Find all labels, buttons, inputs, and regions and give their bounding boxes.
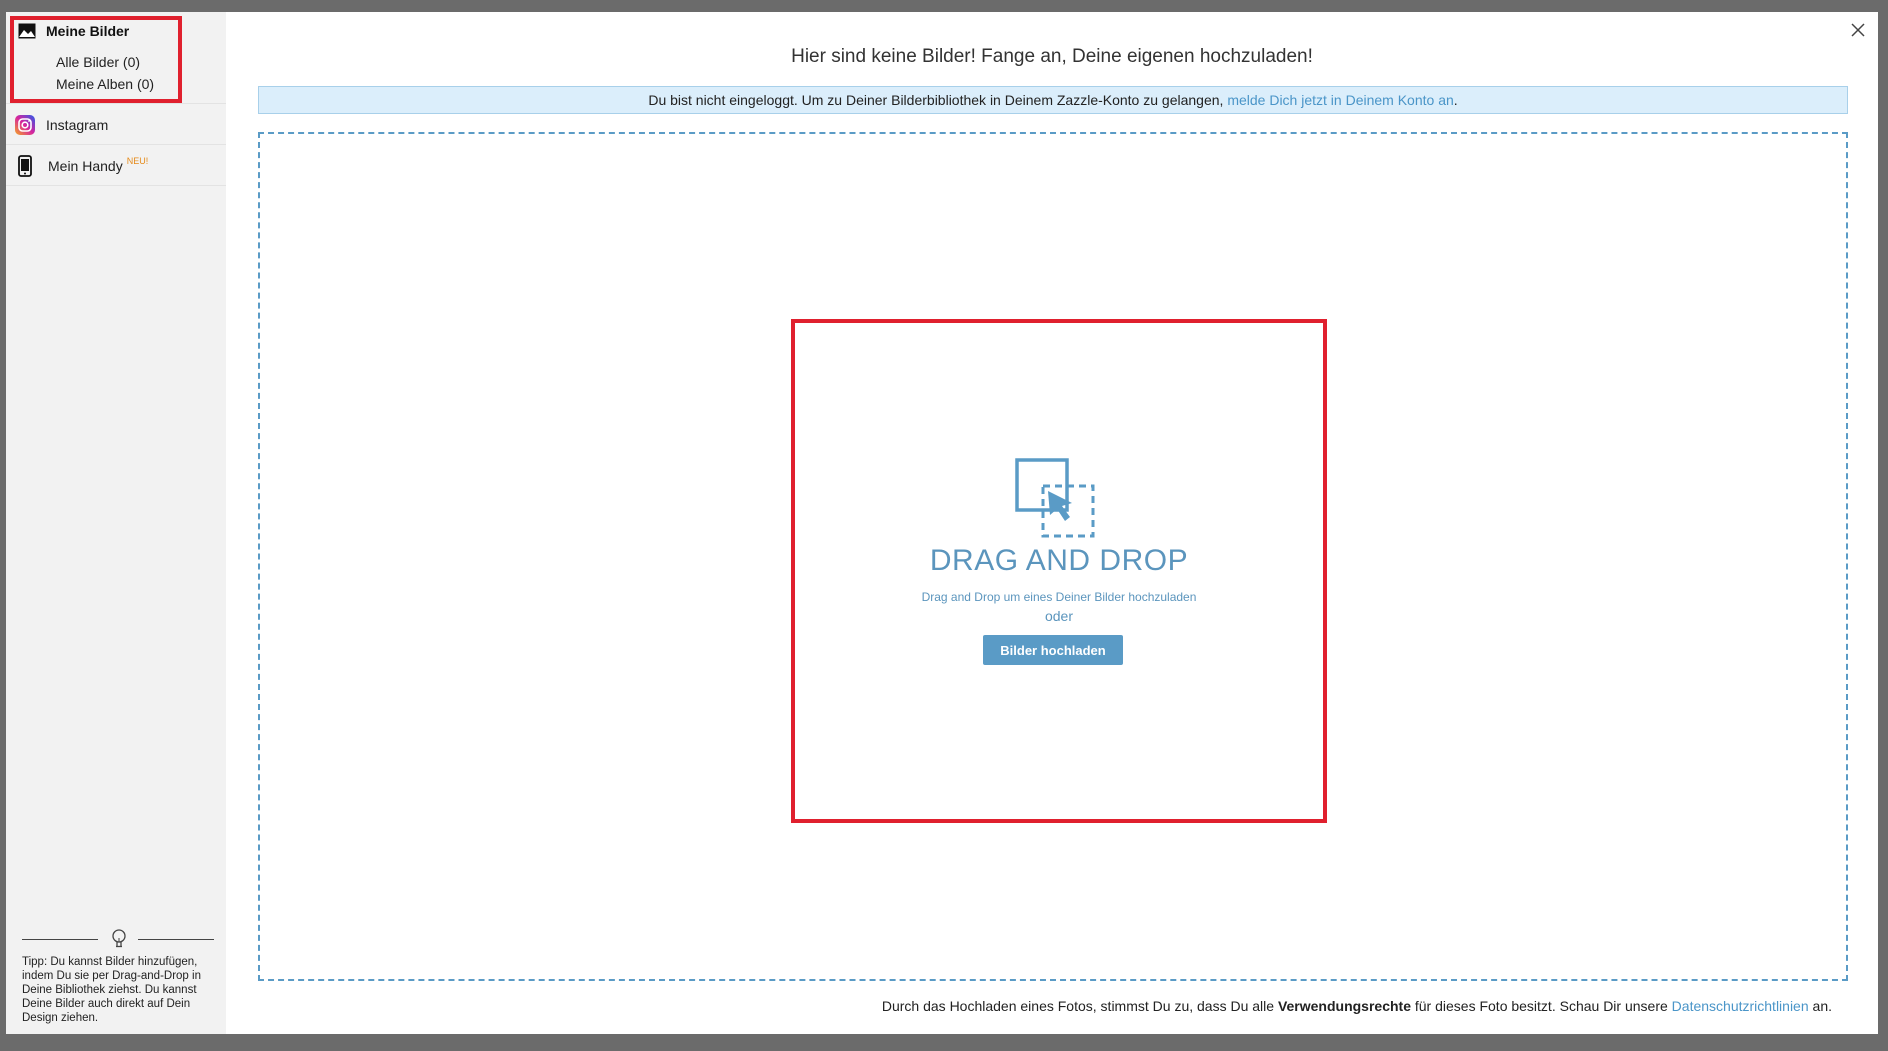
footer-text: an. [1808, 998, 1832, 1014]
sidebar-item-my-phone[interactable]: Mein Handy NEU! [6, 145, 226, 186]
tip-text: Tipp: Du kannst Bilder hinzufügen, indem… [22, 956, 201, 1024]
sidebar-item-row: Mein Handy NEU! [18, 155, 148, 177]
footer-text: für dieses Foto besitzt. Schau Dir unser… [1410, 998, 1672, 1014]
sidebar-item-instagram[interactable]: Instagram [6, 104, 226, 145]
close-icon[interactable] [1848, 20, 1868, 40]
sidebar-item-label: Mein Handy NEU! [42, 156, 149, 174]
sidebar-item-label-text: Mein Handy [48, 158, 123, 174]
info-text: Du bist nicht eingeloggt. Um zu Deiner B… [648, 92, 1228, 108]
login-info-banner: Du bist nicht eingeloggt. Um zu Deiner B… [258, 86, 1848, 114]
sidebar: Meine Bilder Alle Bilder (0) Meine Alben… [6, 12, 226, 1034]
instagram-icon [15, 115, 35, 135]
footer-bold: Verwendungsrechte [1277, 998, 1411, 1014]
sidebar-item-row: Instagram [14, 114, 108, 136]
sidebar-item-label: Instagram [46, 117, 109, 133]
info-text-end: . [1453, 92, 1458, 108]
rights-disclaimer: Durch das Hochladen eines Fotos, stimmst… [882, 998, 1832, 1014]
phone-icon [18, 155, 32, 177]
highlight-frame-dropzone [791, 319, 1327, 823]
new-badge: NEU! [126, 156, 149, 166]
divider [138, 939, 214, 940]
privacy-policy-link[interactable]: Datenschutzrichtlinien [1672, 998, 1809, 1014]
divider [22, 939, 98, 940]
login-link[interactable]: melde Dich jetzt in Deinem Konto an [1227, 92, 1453, 108]
image-library-modal: Meine Bilder Alle Bilder (0) Meine Alben… [6, 12, 1878, 1034]
highlight-frame-sidebar [10, 16, 182, 103]
page-title: Hier sind keine Bilder! Fange an, Deine … [791, 46, 1313, 67]
footer-text: Durch das Hochladen eines Fotos, stimmst… [881, 998, 1278, 1014]
tip-separator [22, 929, 214, 949]
lightbulb-icon [112, 929, 126, 948]
